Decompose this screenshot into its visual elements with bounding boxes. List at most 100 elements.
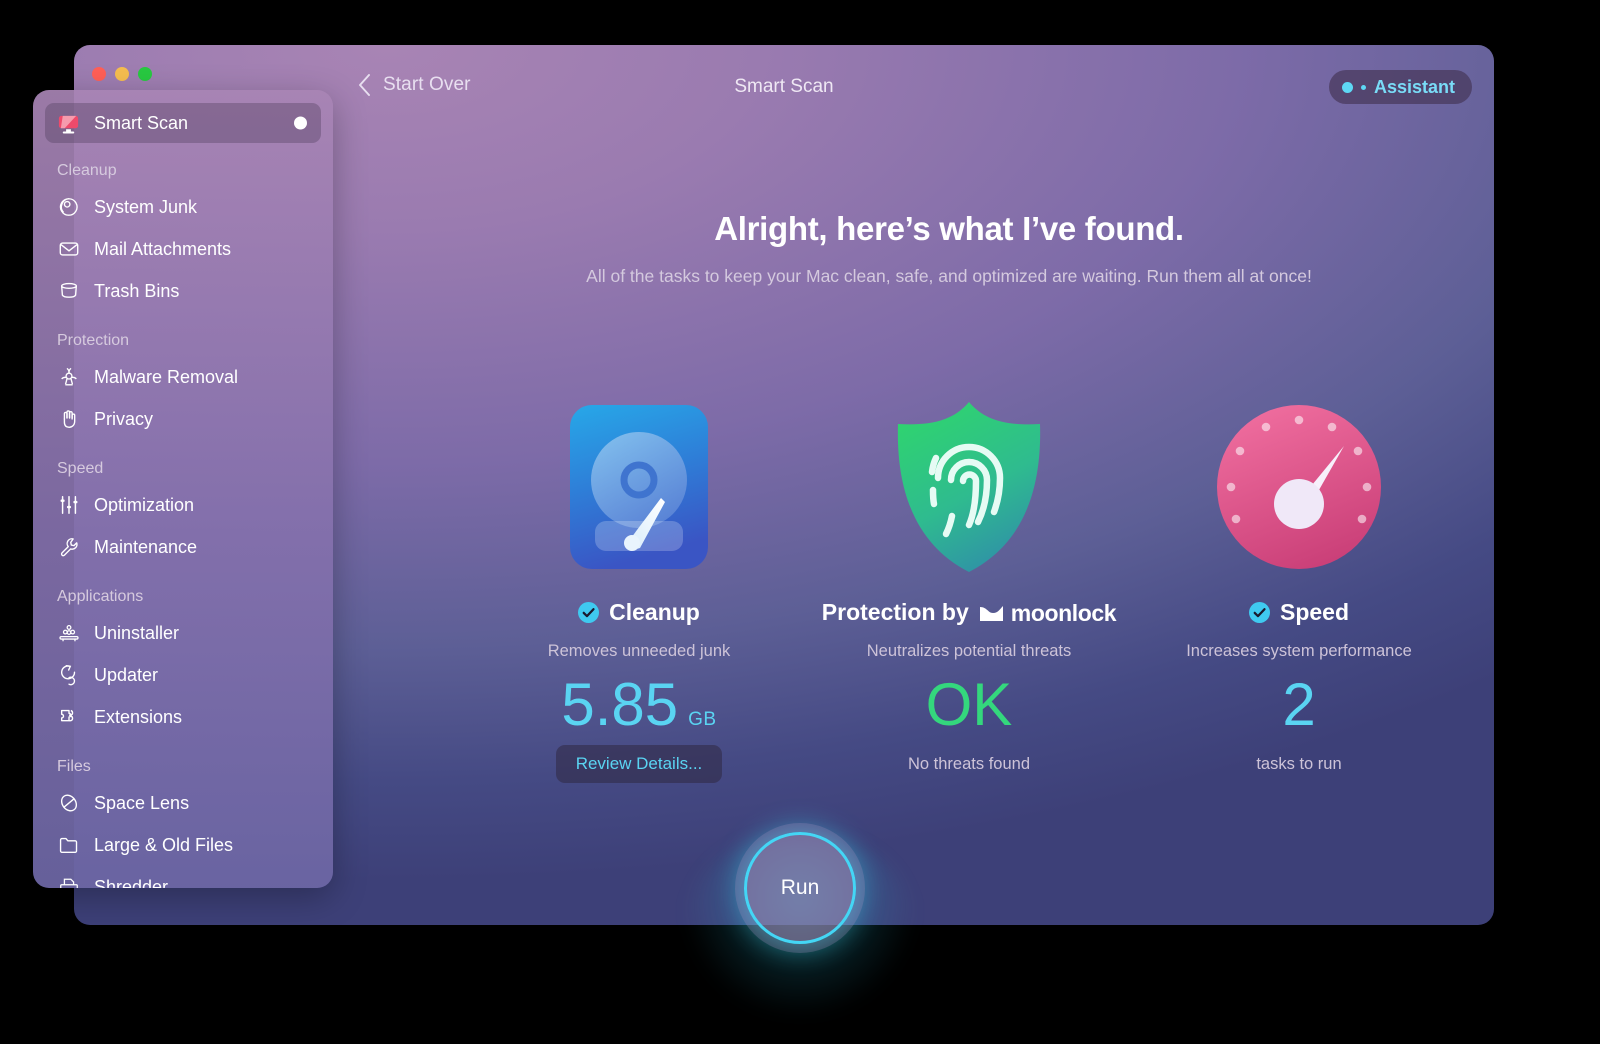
sidebar-item-label: Shredder: [94, 876, 169, 889]
sidebar-item-label: Optimization: [94, 494, 195, 515]
hand-icon: [57, 408, 80, 431]
protection-note: No threats found: [908, 755, 1030, 773]
sidebar-group-speed-label: Speed: [57, 460, 104, 477]
zoom-button[interactable]: [138, 67, 152, 81]
sidebar-item-large-old-files[interactable]: Large & Old Files: [45, 825, 321, 865]
run-button[interactable]: Run: [744, 832, 856, 944]
sidebar-item-label: System Junk: [94, 196, 198, 217]
sidebar-group-protection-label: Protection: [57, 332, 130, 349]
card-speed: Speed Increases system performance 2 tas…: [1139, 397, 1459, 774]
sidebar-group-files: Space Lens Large & Old Files Shredder: [45, 783, 321, 888]
speed-subtitle: Increases system performance: [1186, 642, 1412, 660]
cleanup-value: 5.85: [561, 671, 679, 738]
traffic-lights: [92, 67, 152, 81]
sidebar-item-label: Trash Bins: [94, 280, 180, 301]
protection-title-row: Protection by moonlock: [822, 599, 1117, 627]
hard-drive-icon: [570, 405, 708, 569]
space-lens-icon: [57, 792, 80, 815]
sidebar-group-cleanup-label: Cleanup: [57, 162, 117, 179]
sidebar-item-label: Uninstaller: [94, 622, 180, 643]
cleanup-unit: GB: [688, 709, 717, 730]
speed-icon-wrap: [1215, 397, 1383, 577]
sidebar-item-trash-bins[interactable]: Trash Bins: [45, 271, 321, 311]
speed-value-row: 2: [1282, 675, 1315, 735]
card-protection: Protection by moonlock Neutralizes poten…: [809, 397, 1129, 774]
puzzle-icon: [57, 706, 80, 729]
hero-headline: Alright, here’s what I’ve found.: [714, 210, 1184, 247]
moonlock-wordmark: moonlock: [1010, 600, 1117, 626]
speed-note: tasks to run: [1256, 755, 1342, 773]
speedometer-icon: [1217, 405, 1381, 569]
screenshot-root: Start Over Smart Scan Assistant Alright,…: [0, 0, 1600, 1044]
sidebar-item-label: Smart Scan: [94, 112, 189, 133]
sidebar-item-label: Privacy: [94, 408, 154, 429]
run-button-label: Run: [780, 876, 820, 899]
moonlock-logo: moonlock: [979, 600, 1117, 627]
sidebar-item-shredder[interactable]: Shredder: [45, 867, 321, 888]
assistant-dot-large-icon: [1341, 81, 1353, 93]
cleanup-subtitle: Removes unneeded junk: [547, 642, 731, 660]
protection-subtitle: Neutralizes potential threats: [866, 642, 1072, 660]
uninstaller-icon: [57, 622, 80, 645]
speed-title: Speed: [1279, 599, 1350, 625]
assistant-dot-small-icon: [1360, 84, 1366, 90]
assistant-label: Assistant: [1373, 76, 1455, 97]
assistant-button[interactable]: Assistant: [1328, 70, 1472, 104]
review-details-button[interactable]: Review Details...: [555, 745, 723, 783]
biohazard-icon: [57, 366, 80, 389]
results-cards: Cleanup Removes unneeded junk 5.85 GB Re…: [474, 397, 1464, 783]
moonlock-mark-icon: [979, 606, 1003, 621]
smart-scan-status-dot: [294, 116, 307, 130]
cleanup-title: Cleanup: [609, 599, 700, 625]
sidebar-item-extensions[interactable]: Extensions: [45, 697, 321, 737]
speed-title-row: Speed: [1248, 599, 1350, 626]
system-junk-icon: [57, 196, 80, 219]
folder-icon: [57, 834, 80, 857]
hero-section: Alright, here’s what I’ve found. All of …: [404, 210, 1494, 287]
sidebar-group-protection: Malware Removal Privacy: [45, 357, 321, 439]
sidebar-item-maintenance[interactable]: Maintenance: [45, 527, 321, 567]
protection-value: OK: [925, 671, 1013, 738]
check-circle-icon: [1248, 602, 1270, 623]
sidebar-group-speed: Optimization Maintenance: [45, 485, 321, 567]
sidebar-item-label: Malware Removal: [94, 366, 239, 387]
sliders-icon: [57, 494, 80, 517]
envelope-icon: [57, 238, 80, 261]
sidebar-item-malware-removal[interactable]: Malware Removal: [45, 357, 321, 397]
sidebar: Smart Scan Cleanup System Junk Mail Atta…: [33, 90, 333, 888]
trash-bin-icon: [57, 280, 80, 303]
sidebar-group-applications: Uninstaller Updater Extensions: [45, 613, 321, 737]
sidebar-group-cleanup: System Junk Mail Attachments Trash Bins: [45, 187, 321, 311]
cleanup-icon-wrap: [568, 397, 710, 577]
smart-scan-icon: [57, 112, 80, 135]
sidebar-item-privacy[interactable]: Privacy: [45, 399, 321, 439]
card-cleanup: Cleanup Removes unneeded junk 5.85 GB Re…: [479, 397, 799, 783]
minimize-button[interactable]: [115, 67, 129, 81]
hero-subtext: All of the tasks to keep your Mac clean,…: [586, 266, 1312, 286]
sidebar-item-space-lens[interactable]: Space Lens: [45, 783, 321, 823]
wrench-icon: [57, 536, 80, 559]
updater-icon: [57, 664, 80, 687]
sidebar-group-files-label: Files: [57, 758, 91, 775]
cleanup-value-row: 5.85 GB: [561, 675, 716, 735]
sidebar-group-applications-label: Applications: [57, 588, 144, 605]
sidebar-item-system-junk[interactable]: System Junk: [45, 187, 321, 227]
sidebar-item-updater[interactable]: Updater: [45, 655, 321, 695]
speed-value: 2: [1282, 671, 1316, 738]
sidebar-item-optimization[interactable]: Optimization: [45, 485, 321, 525]
sidebar-item-label: Space Lens: [94, 792, 190, 813]
protection-icon-wrap: [888, 397, 1050, 577]
shredder-icon: [57, 876, 80, 888]
sidebar-item-label: Updater: [94, 664, 159, 685]
sidebar-item-label: Large & Old Files: [94, 834, 234, 855]
sidebar-item-label: Extensions: [94, 706, 183, 727]
close-button[interactable]: [92, 67, 106, 81]
sidebar-item-smart-scan[interactable]: Smart Scan: [45, 103, 321, 143]
cleanup-title-row: Cleanup: [578, 599, 700, 626]
check-circle-icon: [578, 602, 600, 623]
sidebar-item-uninstaller[interactable]: Uninstaller: [45, 613, 321, 653]
sidebar-item-label: Mail Attachments: [94, 238, 232, 259]
sidebar-item-label: Maintenance: [94, 536, 198, 557]
sidebar-item-mail-attachments[interactable]: Mail Attachments: [45, 229, 321, 269]
shield-fingerprint-icon: [897, 402, 1041, 572]
